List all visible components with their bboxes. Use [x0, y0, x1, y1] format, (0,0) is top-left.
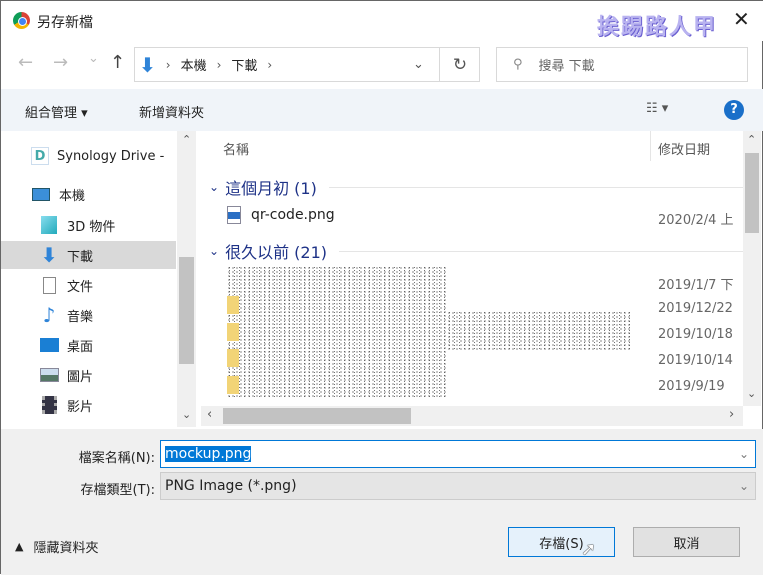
title-bar: 另存新檔 挨踢路人甲 ✕ [1, 1, 763, 41]
view-options-button[interactable]: ☷ ▾ [646, 101, 668, 116]
folder-icon [227, 376, 239, 394]
up-button[interactable]: ↑ [110, 52, 125, 73]
sidebar-item-desktop[interactable]: 桌面 [1, 331, 176, 359]
file-date: 2019/10/14 [658, 353, 733, 368]
address-dropdown[interactable]: ⌄ [413, 57, 424, 72]
sidebar-item-downloads[interactable]: ⬇ 下載 [1, 241, 176, 269]
sidebar-item-3d-objects[interactable]: 3D 物件 [1, 211, 176, 239]
address-bar[interactable]: ⬇ › 本機 › 下載 › ⌄ ↻ [134, 47, 480, 82]
pictures-icon [39, 366, 59, 384]
sidebar-item-videos[interactable]: 影片 [1, 391, 176, 419]
forward-button[interactable]: → [53, 52, 68, 73]
recent-locations-button[interactable]: ⌄ [88, 51, 99, 66]
folder-icon [227, 323, 239, 341]
obscured-file-names [447, 311, 632, 351]
column-header-modified[interactable]: 修改日期 [658, 139, 710, 158]
mouse-cursor-icon: ➚ [581, 539, 597, 560]
file-type-label: 存檔類型(T): [80, 483, 155, 498]
group-header-this-month[interactable]: ⌄ 這個月初 (1) [209, 175, 744, 199]
document-icon [39, 276, 59, 294]
download-icon: ⬇ [40, 243, 58, 267]
music-icon: ♪ [42, 303, 56, 327]
file-date: 2019/9/19 [658, 379, 725, 394]
hide-folders-button[interactable]: ▲ 隱藏資料夾 [15, 537, 98, 556]
chevron-up-icon: ▲ [15, 540, 24, 553]
file-date: 2019/10/18 [658, 327, 733, 342]
chevron-down-icon[interactable]: ⌄ [739, 447, 749, 461]
organize-button[interactable]: 組合管理 ▾ [25, 102, 88, 121]
sidebar-item-music[interactable]: ♪ 音樂 [1, 301, 176, 329]
file-list-vertical-scrollbar[interactable]: ⌃ ⌄ [743, 131, 761, 406]
column-header-name[interactable]: 名稱 [223, 139, 249, 158]
folder-icon [227, 349, 239, 367]
file-date: 2020/2/4 上 [658, 213, 734, 228]
sidebar-item-documents[interactable]: 文件 [1, 271, 176, 299]
help-button[interactable]: ? [724, 100, 744, 120]
folder-icon [227, 296, 239, 314]
window-title: 另存新檔 [37, 15, 93, 31]
desktop-icon [39, 336, 59, 354]
breadcrumb-downloads[interactable]: 下載 [231, 55, 257, 74]
file-type-select[interactable]: PNG Image (*.png) ⌄ [160, 472, 756, 500]
computer-icon [31, 185, 51, 203]
obscured-file-names [227, 266, 447, 398]
download-icon: ⬇ [139, 52, 156, 77]
save-button[interactable]: 存檔(S) [508, 527, 615, 557]
sidebar-item-pictures[interactable]: 圖片 [1, 361, 176, 389]
cube-icon [39, 216, 59, 234]
cancel-button[interactable]: 取消 [633, 527, 740, 557]
image-file-icon [227, 206, 241, 224]
refresh-button[interactable]: ↻ [439, 48, 480, 81]
save-form: 檔案名稱(N): mockup.png ⌄ 存檔類型(T): PNG Image… [1, 429, 763, 575]
video-icon [39, 396, 59, 414]
back-button[interactable]: ← [18, 52, 33, 73]
chrome-icon [13, 12, 30, 29]
toolbar: 組合管理 ▾ 新增資料夾 ☷ ▾ ? [1, 89, 763, 131]
file-list: 名稱 修改日期 ⌄ 這個月初 (1) qr-code.png 2020/2/4 上… [201, 131, 763, 427]
file-date: 2019/1/7 下 [658, 278, 734, 293]
synology-icon: D [31, 147, 49, 165]
new-folder-button[interactable]: 新增資料夾 [139, 102, 204, 121]
file-list-horizontal-scrollbar[interactable]: ‹ › [201, 406, 743, 426]
close-button[interactable]: ✕ [733, 7, 750, 31]
group-header-long-ago[interactable]: ⌄ 很久以前 (21) [209, 239, 744, 263]
chevron-down-icon: ⌄ [738, 479, 749, 493]
file-date: 2019/12/22 [658, 301, 733, 316]
search-icon: ⚲ [513, 57, 523, 72]
navigation-scrollbar[interactable]: ⌃ ⌄ [177, 131, 196, 427]
file-row[interactable]: qr-code.png [227, 206, 335, 224]
filename-input[interactable]: mockup.png ⌄ [160, 440, 756, 468]
column-divider [650, 131, 651, 161]
watermark-logo: 挨踢路人甲 [597, 15, 718, 40]
breadcrumb-this-pc[interactable]: 本機 [181, 55, 207, 74]
navigation-pane: D Synology Drive - 本機 3D 物件 ⬇ 下載 文件 ♪ 音樂 桌面… [1, 131, 196, 427]
search-input[interactable]: ⚲ 搜尋 下載 [496, 47, 748, 82]
filename-label: 檔案名稱(N): [78, 451, 155, 466]
